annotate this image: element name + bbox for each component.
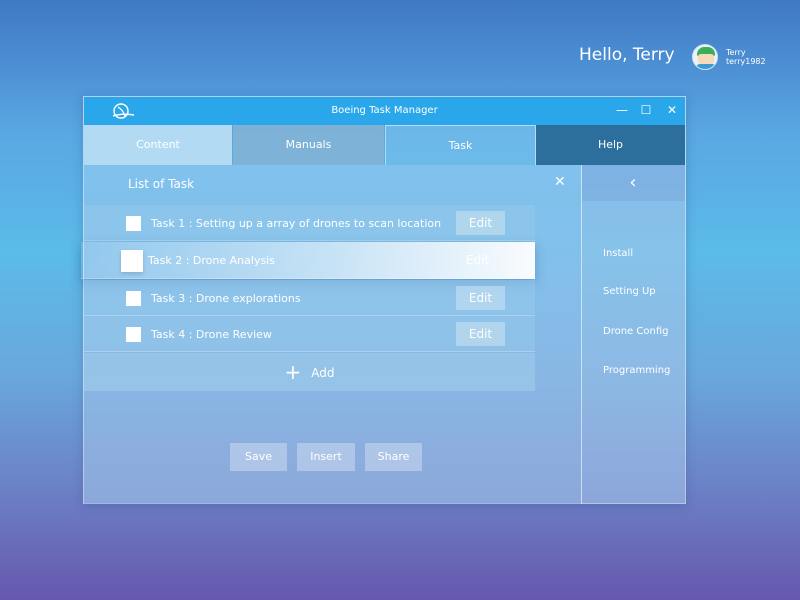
task-row-4[interactable]: Task 4 : Drone Review Edit	[84, 316, 535, 352]
save-button[interactable]: Save	[230, 443, 287, 471]
task-checkbox[interactable]	[121, 250, 143, 272]
task-checkbox[interactable]	[126, 327, 141, 342]
avatar[interactable]	[692, 44, 718, 70]
task-label: Task 2 : Drone Analysis	[148, 254, 275, 267]
maximize-button[interactable]: ☐	[638, 102, 654, 118]
user-handle: terry1982	[726, 57, 766, 66]
task-row-2[interactable]: Task 2 : Drone Analysis Edit	[81, 242, 535, 279]
chevron-left-icon: ‹	[629, 172, 637, 193]
title-bar: Boeing Task Manager — ☐ ✕	[84, 97, 685, 125]
edit-button[interactable]: Edit	[453, 248, 502, 272]
help-item-drone-config[interactable]: Drone Config	[603, 326, 668, 337]
task-checkbox[interactable]	[126, 291, 141, 306]
close-icon: ✕	[554, 174, 566, 190]
task-label: Task 3 : Drone explorations	[151, 292, 301, 305]
share-button[interactable]: Share	[365, 443, 422, 471]
help-item-setting-up[interactable]: Setting Up	[603, 286, 656, 297]
tab-task[interactable]: Task	[385, 125, 536, 165]
panel-title: List of Task	[128, 177, 195, 191]
edit-button[interactable]: Edit	[456, 211, 505, 235]
panel-close-button[interactable]: ✕	[554, 174, 566, 190]
edit-button[interactable]: Edit	[456, 322, 505, 346]
add-label: Add	[311, 366, 335, 380]
help-panel: ‹ Install Setting Up Drone Config Progra…	[581, 165, 685, 504]
user-info: Terry terry1982	[726, 48, 766, 66]
plus-icon: +	[284, 360, 302, 384]
help-item-programming[interactable]: Programming	[603, 365, 670, 376]
insert-button[interactable]: Insert	[297, 443, 355, 471]
close-icon: ✕	[666, 103, 678, 117]
task-row-3[interactable]: Task 3 : Drone explorations Edit	[84, 280, 535, 316]
window-title: Boeing Task Manager	[331, 105, 438, 116]
help-item-install[interactable]: Install	[603, 248, 633, 259]
tab-content[interactable]: Content	[84, 125, 232, 165]
help-back-button[interactable]: ‹	[581, 165, 685, 201]
app-window: Boeing Task Manager — ☐ ✕ Content Manual…	[81, 96, 686, 504]
task-label: Task 1 : Setting up a array of drones to…	[151, 217, 442, 230]
close-window-button[interactable]: ✕	[664, 102, 680, 118]
task-panel: List of Task ✕ Task 1 : Setting up a arr…	[81, 165, 582, 504]
tab-manuals[interactable]: Manuals	[233, 125, 384, 165]
greeting-text: Hello, Terry	[579, 45, 675, 65]
edit-button[interactable]: Edit	[456, 286, 505, 310]
tab-help[interactable]: Help	[536, 125, 685, 165]
task-label: Task 4 : Drone Review	[151, 328, 272, 341]
tab-bar: Content Manuals Task Help	[84, 125, 685, 165]
user-name: Terry	[726, 48, 746, 57]
minimize-button[interactable]: —	[614, 102, 630, 118]
maximize-icon: ☐	[640, 103, 652, 117]
task-row-1[interactable]: Task 1 : Setting up a array of drones to…	[84, 205, 535, 241]
minimize-icon: —	[616, 103, 628, 117]
task-checkbox[interactable]	[126, 216, 141, 231]
add-task-button[interactable]: + Add	[84, 353, 535, 391]
